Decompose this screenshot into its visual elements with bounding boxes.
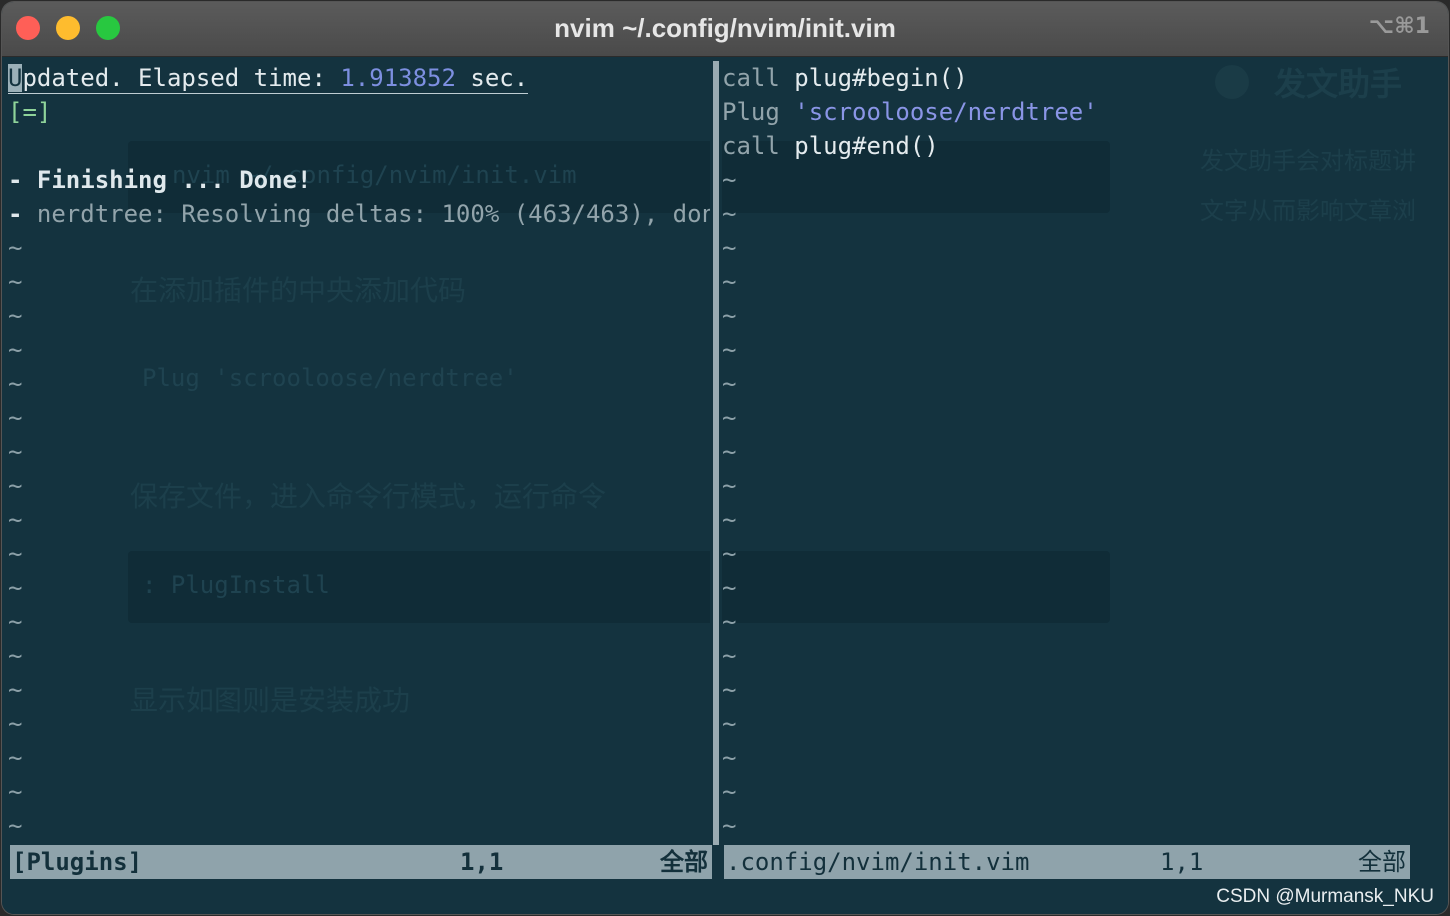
empty-buffer-tilde: ~ [722,812,737,840]
finishing-line: - Finishing ... Done! [8,166,312,194]
empty-buffer-tilde: ~ [8,642,23,670]
empty-buffer-tilde: ~ [8,574,23,602]
status-line-init-vim: .config/nvim/init.vim 1,1 全部 [724,845,1410,879]
status-cursor-position: 1,1 [1160,848,1204,876]
empty-buffer-tilde: ~ [8,608,23,636]
watermark: CSDN @Murmansk_NKU [1216,886,1434,907]
empty-buffer-tilde: ~ [722,370,737,398]
terminal-window: nvim ~/.config/nvim/init.vim ⌥⌘1 发文助手 发文… [2,2,1448,914]
empty-buffer-tilde: ~ [8,812,23,840]
window-title: nvim ~/.config/nvim/init.vim [554,13,896,43]
elapsed-value: 1.913852 [340,64,456,92]
code-line-2: Plug 'scrooloose/nerdtree' [722,98,1098,126]
empty-buffer-tilde: ~ [8,778,23,806]
terminal-content[interactable]: 发文助手 发文助手会对标题讲 文字从而影响文章浏 nvim ~/.config/… [2,57,1448,914]
empty-buffer-tilde: ~ [722,336,737,364]
status-scroll-scope: 全部 [1358,848,1406,876]
empty-buffer-tilde: ~ [722,438,737,466]
empty-buffer-tilde: ~ [8,336,23,364]
title-bar: nvim ~/.config/nvim/init.vim ⌥⌘1 [2,2,1448,57]
text-cursor: U [8,64,23,92]
empty-buffer-tilde: ~ [722,268,737,296]
empty-buffer-tilde: ~ [722,302,737,330]
left-tilde-lines: ~ ~ ~ ~ ~ ~ ~ ~ ~ ~ ~ ~ ~ ~ ~ ~ ~ ~ [8,231,710,843]
empty-buffer-tilde: ~ [722,642,737,670]
tab-shortcut: ⌥⌘1 [1368,14,1430,39]
empty-buffer-tilde: ~ [8,438,23,466]
status-cursor-position: 1,1 [460,848,504,876]
empty-buffer-tilde: ~ [8,370,23,398]
code-line-1: call plug#begin() [722,64,968,92]
status-buffer-name: .config/nvim/init.vim [726,848,1030,876]
empty-buffer-tilde: ~ [8,302,23,330]
vertical-split-separator[interactable] [710,61,722,845]
empty-buffer-tilde: ~ [722,778,737,806]
empty-buffer-tilde: ~ [722,608,737,636]
update-line: Updated. Elapsed time: 1.913852 sec. [8,64,529,94]
empty-buffer-tilde: ~ [8,404,23,432]
status-line-plugins: [Plugins] 1,1 全部 [10,845,712,879]
empty-buffer-tilde: ~ [722,744,737,772]
empty-buffer-tilde: ~ [8,268,23,296]
plugins-pane[interactable]: Updated. Elapsed time: 1.913852 sec. [=]… [8,61,710,845]
status-scroll-scope: 全部 [660,848,708,876]
empty-line [8,129,710,163]
empty-buffer-tilde: ~ [722,574,737,602]
empty-buffer-tilde: ~ [722,472,737,500]
code-line-3: call plug#end() [722,132,939,160]
empty-buffer-tilde: ~ [8,540,23,568]
init-vim-pane[interactable]: call plug#begin() Plug 'scrooloose/nerdt… [722,61,1412,845]
empty-buffer-tilde: ~ [722,404,737,432]
empty-buffer-tilde: ~ [8,744,23,772]
empty-buffer-tilde: ~ [8,506,23,534]
empty-buffer-tilde: ~ [8,472,23,500]
empty-buffer-tilde: ~ [722,506,737,534]
empty-buffer-tilde: ~ [8,710,23,738]
empty-buffer-tilde: ~ [722,540,737,568]
nerdtree-line: - nerdtree: Resolving deltas: 100% (463/… [8,200,710,228]
empty-buffer-tilde: ~ [722,200,737,228]
empty-buffer-tilde: ~ [8,234,23,262]
empty-buffer-tilde: ~ [8,676,23,704]
empty-buffer-tilde: ~ [722,676,737,704]
right-tilde-lines: ~ ~ ~ ~ ~ ~ ~ ~ ~ ~ ~ ~ ~ ~ ~ ~ ~ ~ ~ ~ [722,163,1412,843]
empty-buffer-tilde: ~ [722,166,737,194]
empty-buffer-tilde: ~ [722,234,737,262]
status-buffer-name: [Plugins] [12,848,143,876]
progress-bar-text: [=] [8,98,52,126]
empty-buffer-tilde: ~ [722,710,737,738]
